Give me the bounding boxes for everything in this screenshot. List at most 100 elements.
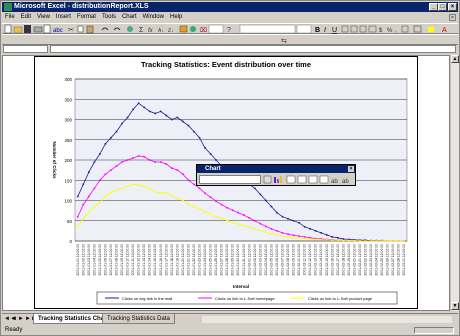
data-point <box>193 183 195 186</box>
data-point <box>381 240 383 242</box>
menu-file[interactable]: File <box>2 13 18 22</box>
x-tick-label: 2001-01-20 12:00:00 <box>181 244 185 276</box>
x-tick-label: 2001-01-30 12:00:00 <box>236 244 240 276</box>
excel-app-icon[interactable] <box>4 3 12 11</box>
x-tick-label: 2001-02-26 12:00:00 <box>386 244 390 276</box>
x-tick-label: 2001-02-21 12:00:00 <box>358 244 362 276</box>
data-point <box>132 108 134 111</box>
menu-insert[interactable]: Insert <box>53 13 74 22</box>
horizontal-scrollbar[interactable] <box>202 316 452 323</box>
save-icon <box>24 25 31 33</box>
data-point <box>132 157 134 159</box>
data-point <box>226 219 228 222</box>
menu-edit[interactable]: Edit <box>18 13 34 22</box>
angle-text-up-icon: ab <box>342 179 349 185</box>
svg-text:A: A <box>442 27 447 34</box>
data-point <box>209 196 212 199</box>
close-button[interactable]: × <box>448 3 457 11</box>
x-axis-label: Interval <box>233 284 249 289</box>
data-point <box>281 215 284 218</box>
data-point <box>348 239 350 242</box>
data-point <box>182 173 184 175</box>
x-tick-label: 2001-02-06 12:00:00 <box>275 244 279 276</box>
print-icon <box>33 26 43 33</box>
data-point <box>121 122 123 125</box>
data-point <box>82 217 85 220</box>
y-tick-label: 200 <box>64 158 72 163</box>
chart-toolbar-titlebar[interactable]: Chart × <box>197 165 355 173</box>
y-tick-label: 150 <box>64 178 72 183</box>
menu-chart[interactable]: Chart <box>119 13 140 22</box>
data-point <box>165 114 168 117</box>
standard-toolbar: abc ✂ Σ fx A↓ Z↓ ⌧ ? B I U $ % , A <box>2 23 458 34</box>
data-point <box>88 171 90 173</box>
data-point <box>76 195 79 198</box>
preview-icon <box>43 24 51 34</box>
minimize-button[interactable]: _ <box>429 3 438 11</box>
data-point <box>220 217 223 220</box>
vertical-scrollbar[interactable]: ▲ ▼ <box>450 55 459 311</box>
chart-toolbar[interactable]: Chart × ab ab <box>196 164 356 186</box>
document-close-button[interactable]: × <box>449 14 456 21</box>
data-point <box>320 238 323 241</box>
open-icon <box>13 26 23 34</box>
x-tick-label: 2001-01-25 12:00:00 <box>209 244 213 276</box>
data-point <box>270 232 273 235</box>
first-sheet-button[interactable]: ◄◄ <box>4 316 16 323</box>
data-point <box>215 159 217 161</box>
x-tick-label: 2001-01-03 12:00:00 <box>87 244 91 276</box>
next-sheet-button[interactable]: ► <box>18 316 24 323</box>
chart-toolbar-close-icon[interactable]: × <box>348 166 354 172</box>
x-tick-label: 2001-01-17 12:00:00 <box>164 244 168 276</box>
italic-icon: I <box>324 27 326 34</box>
data-point <box>110 136 112 139</box>
data-point <box>137 155 140 157</box>
data-point <box>99 201 101 204</box>
menu-format[interactable]: Format <box>74 13 99 22</box>
chart-wizard-icon <box>179 25 188 33</box>
map-icon <box>190 26 196 32</box>
zoom-icon <box>208 24 224 34</box>
prev-sheet-button[interactable]: ◄ <box>11 316 17 323</box>
maximize-button[interactable]: □ <box>438 3 447 11</box>
scroll-down-arrow[interactable]: ▼ <box>451 302 459 310</box>
data-point <box>76 215 79 218</box>
borders-icon <box>413 25 422 33</box>
data-point <box>209 213 212 216</box>
menu-window[interactable]: Window <box>140 13 167 22</box>
x-tick-label: 2001-01-21 12:00:00 <box>186 244 190 276</box>
data-point <box>187 124 190 127</box>
y-tick-label: 300 <box>64 118 72 123</box>
x-tick-label: 2001-01-31 12:00:00 <box>242 244 246 276</box>
data-point <box>93 187 96 190</box>
x-tick-label: 2001-02-18 12:00:00 <box>341 244 345 276</box>
by-row-icon <box>308 175 318 184</box>
name-box[interactable] <box>3 45 48 53</box>
x-tick-label: 2001-01-22 12:00:00 <box>192 244 196 276</box>
menu-tools[interactable]: Tools <box>99 13 119 22</box>
scroll-up-arrow[interactable]: ▲ <box>451 55 459 63</box>
help-icon: ? <box>227 27 231 34</box>
data-point <box>259 222 262 225</box>
data-point <box>115 165 118 167</box>
data-point <box>364 240 367 242</box>
svg-text:ab: ab <box>331 179 338 185</box>
data-point <box>287 236 289 238</box>
data-point <box>159 192 162 195</box>
formula-input[interactable] <box>50 45 456 53</box>
data-point <box>248 226 251 229</box>
data-point <box>154 161 157 163</box>
menu-view[interactable]: View <box>34 13 53 22</box>
menu-help[interactable]: Help <box>167 13 185 22</box>
cut-icon: ✂ <box>68 27 74 34</box>
data-point <box>154 112 157 115</box>
data-point <box>254 228 256 230</box>
tab-tracking-statistics-data[interactable]: Tracking Statistics Data <box>102 314 175 324</box>
title-bar[interactable]: Microsoft Excel - distributionReport.XLS… <box>2 2 458 12</box>
last-sheet-button[interactable]: ►► <box>25 316 37 323</box>
data-point <box>176 169 179 171</box>
data-point <box>204 211 206 213</box>
data-point <box>259 193 262 196</box>
chart-objects-dropdown[interactable] <box>199 175 261 184</box>
data-point <box>137 184 140 186</box>
